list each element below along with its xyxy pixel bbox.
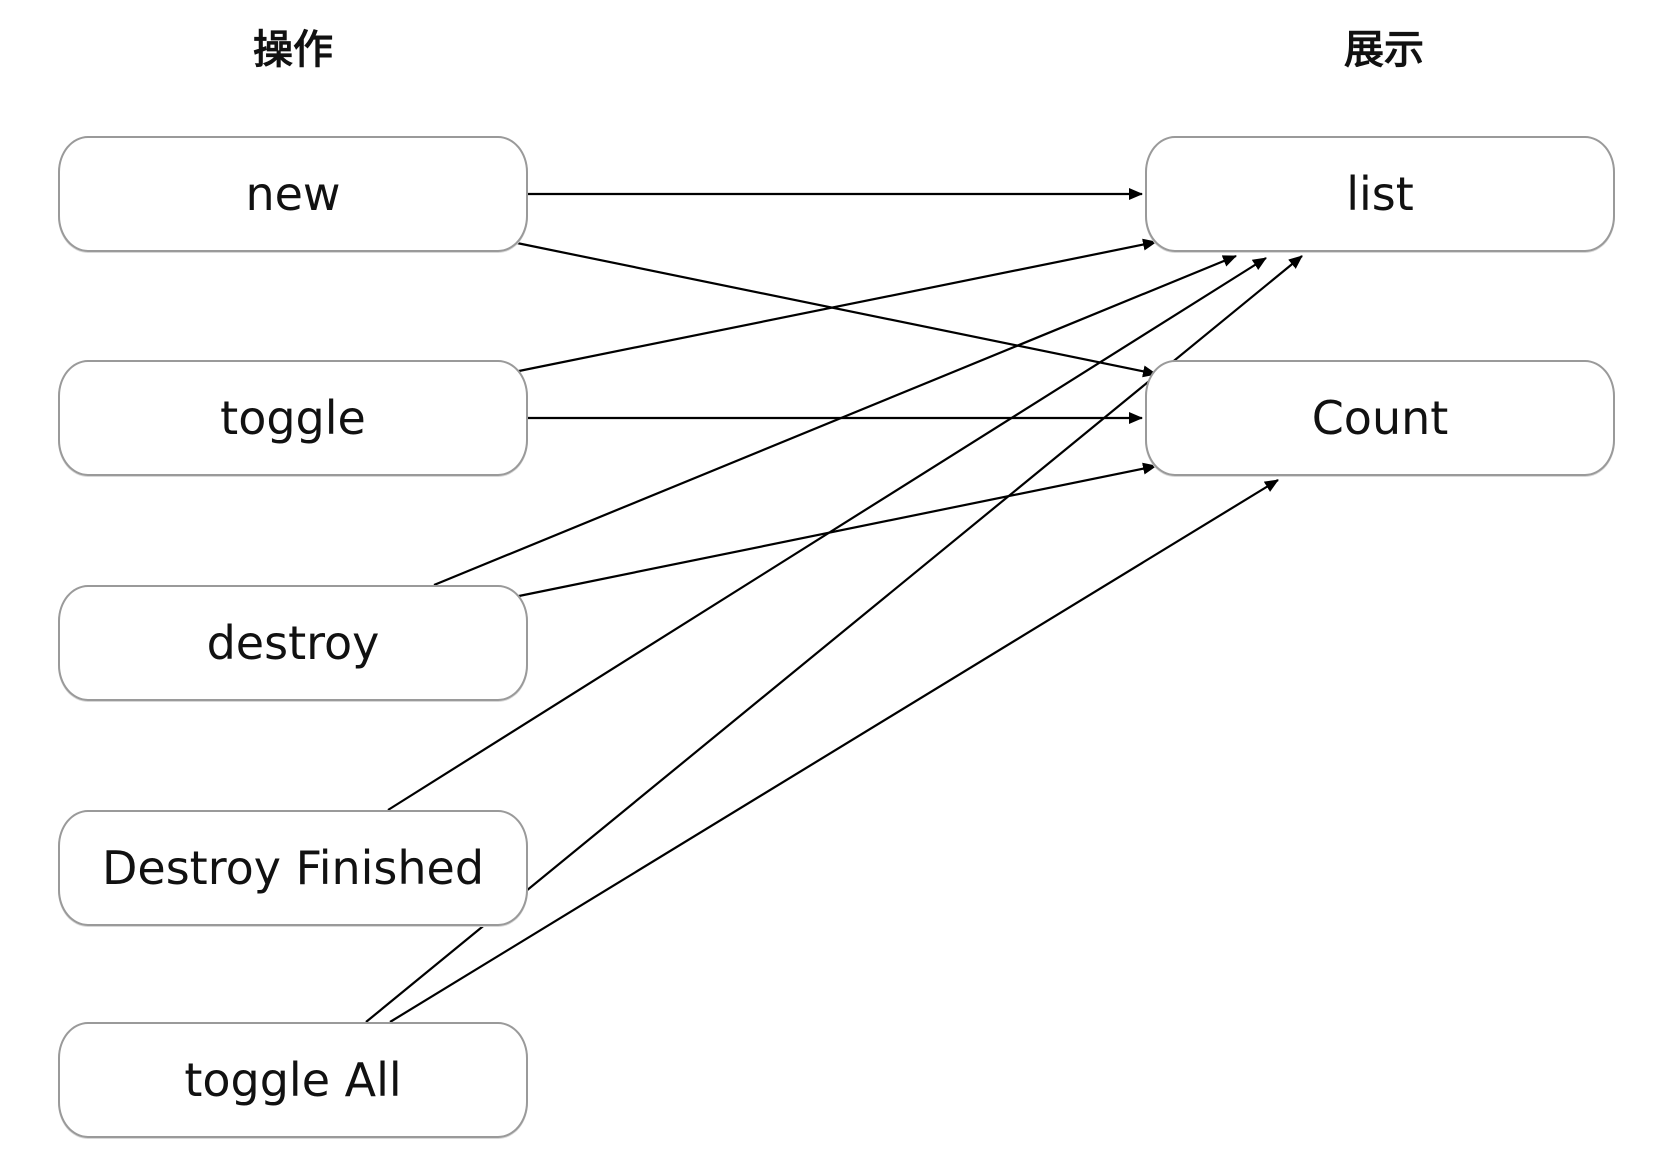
- operation-node-label: destroy: [206, 616, 380, 670]
- operation-node-new: new: [58, 136, 528, 252]
- display-node-label: Count: [1311, 391, 1449, 445]
- operation-node-destroy-finished: Destroy Finished: [58, 810, 528, 926]
- edge-destroy-finished-to-list: [387, 257, 1267, 811]
- operation-node-destroy: destroy: [58, 585, 528, 701]
- operation-node-label: new: [245, 167, 341, 221]
- edge-destroy-to-count: [513, 462, 1157, 599]
- display-node-list: list: [1145, 136, 1615, 252]
- edge-toggle-all-to-count: [389, 479, 1279, 1023]
- operation-node-toggle: toggle: [58, 360, 528, 476]
- operation-node-label: toggle All: [184, 1053, 402, 1107]
- operation-node-label: Destroy Finished: [101, 841, 485, 895]
- display-node-count: Count: [1145, 360, 1615, 476]
- operation-node-label: toggle: [220, 391, 366, 445]
- operation-node-toggle-all: toggle All: [58, 1022, 528, 1138]
- flow-diagram: 操作 展示 new toggle destroy Destroy Finishe…: [0, 0, 1672, 1156]
- edge-destroy-to-list: [433, 254, 1237, 587]
- display-node-label: list: [1346, 167, 1414, 221]
